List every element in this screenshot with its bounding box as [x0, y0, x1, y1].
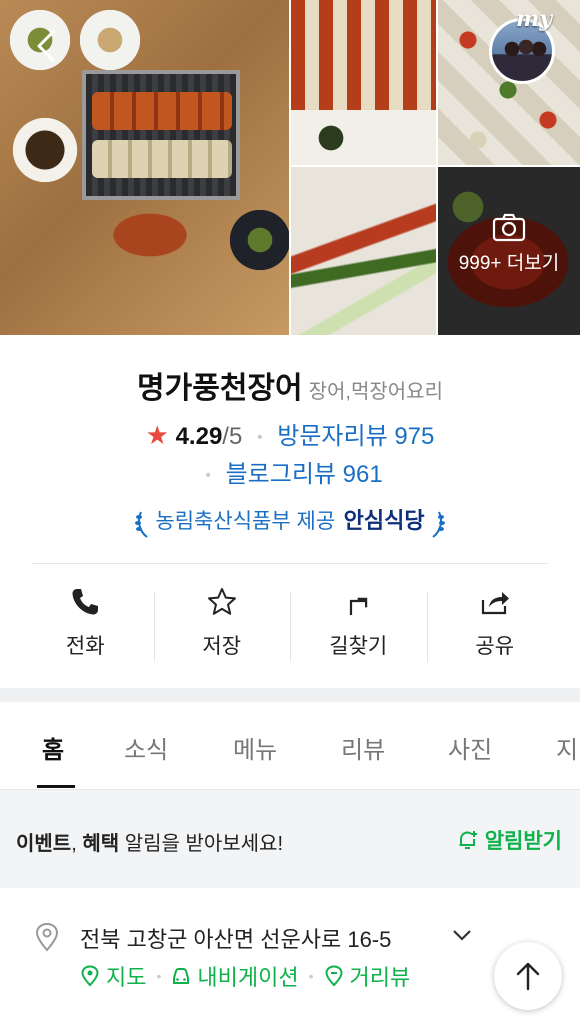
map-link-label: 지도: [106, 965, 147, 990]
tab-menu[interactable]: 메뉴: [233, 730, 277, 765]
map-link[interactable]: 지도: [80, 960, 146, 992]
subscribe-alert-button[interactable]: 알림받기: [457, 825, 562, 855]
star-filled-icon: ★: [145, 420, 169, 450]
bell-plus-icon: [459, 831, 477, 849]
subscribe-alert-label: 알림받기: [484, 830, 562, 853]
section-gap: [0, 688, 580, 702]
map-pin-icon: [81, 965, 99, 987]
address-text[interactable]: 전북 고창군 아산면 선운사로 16-5: [80, 922, 391, 954]
food-photo-4[interactable]: [291, 167, 436, 335]
share-label: 공유: [475, 635, 515, 658]
cert-provider: 농림축산식품부 제공: [155, 510, 336, 533]
tab-home[interactable]: 홈: [42, 730, 64, 765]
dot-separator: •: [256, 428, 263, 446]
phone-icon: [72, 589, 99, 615]
camera-icon: [492, 213, 526, 242]
place-title-row: 명가풍천장어 장어,먹장어요리: [0, 363, 580, 407]
rating-value: 4.29: [175, 423, 223, 450]
more-photos-label: 999+ 더보기: [458, 253, 560, 274]
navigation-link-label: 내비게이션: [197, 965, 299, 990]
rating-row: ★ 4.29/5 • 방문자리뷰 975: [0, 416, 580, 451]
dot-separator: •: [205, 466, 211, 484]
address-section: 전북 고창군 아산면 선운사로 16-5 지도 • 내비게이션 • 거리뷰: [0, 888, 580, 1030]
safe-restaurant-cert[interactable]: 농림축산식품부 제공 안심식당: [0, 503, 580, 539]
share-button[interactable]: 공유: [426, 580, 564, 664]
place-name: 명가풍천장어: [137, 372, 303, 405]
blog-row: • 블로그리뷰 961: [0, 454, 580, 489]
chevron-down-icon[interactable]: [452, 928, 472, 942]
food-photo-2[interactable]: [291, 0, 436, 165]
dot-separator: •: [308, 968, 314, 984]
blog-reviews-link[interactable]: 블로그리뷰 961: [226, 461, 383, 488]
visitor-reviews-link[interactable]: 방문자리뷰 975: [277, 423, 434, 450]
laurel-left-icon: [134, 511, 148, 538]
cert-badge: 안심식당: [343, 508, 425, 533]
star-outline-icon: [207, 588, 236, 615]
action-bar: 전화 저장 길찾기 공유: [17, 580, 563, 664]
directions-arrow-icon: [350, 597, 368, 615]
scroll-to-top-button[interactable]: [494, 942, 562, 1010]
tab-reviews[interactable]: 리뷰: [341, 730, 385, 765]
directions-button[interactable]: 길찾기: [290, 580, 427, 664]
place-category: 장어,먹장어요리: [308, 381, 443, 403]
save-button[interactable]: 저장: [153, 580, 291, 664]
street-view-icon: [324, 965, 343, 987]
divider: [32, 563, 548, 564]
rating-max: /5: [222, 423, 243, 450]
grill-illustration: [82, 70, 240, 200]
street-view-link-label: 거리뷰: [349, 965, 411, 990]
tab-news[interactable]: 소식: [124, 730, 168, 765]
laurel-right-icon: [432, 511, 446, 538]
back-button[interactable]: [26, 26, 66, 66]
tab-bar: 홈 소식 메뉴 리뷰 사진 지: [0, 702, 580, 790]
photo-gallery[interactable]: my 999+ 더보기: [0, 0, 580, 335]
more-photos-button[interactable]: 999+ 더보기: [438, 212, 580, 275]
street-view-link[interactable]: 거리뷰: [324, 960, 411, 992]
call-button[interactable]: 전화: [17, 580, 154, 664]
car-icon: [173, 968, 190, 984]
location-pin-icon: [35, 922, 59, 952]
address-links: 지도 • 내비게이션 • 거리뷰: [80, 960, 410, 992]
tab-more-cut[interactable]: 지: [556, 730, 578, 765]
notification-text: 이벤트, 혜택 알림을 받아보세요!: [16, 833, 284, 855]
share-icon: [481, 592, 509, 615]
arrow-up-icon: [516, 962, 540, 991]
dot-separator: •: [156, 968, 162, 984]
directions-label: 길찾기: [329, 635, 388, 658]
save-label: 저장: [202, 635, 242, 658]
tab-photos[interactable]: 사진: [448, 730, 492, 765]
active-tab-indicator: [37, 785, 75, 788]
call-label: 전화: [65, 635, 105, 658]
navigation-link[interactable]: 내비게이션: [171, 960, 299, 992]
my-label: my: [516, 6, 553, 32]
notification-banner: 이벤트, 혜택 알림을 받아보세요! 알림받기: [0, 790, 580, 888]
chevron-left-icon: [37, 30, 55, 62]
